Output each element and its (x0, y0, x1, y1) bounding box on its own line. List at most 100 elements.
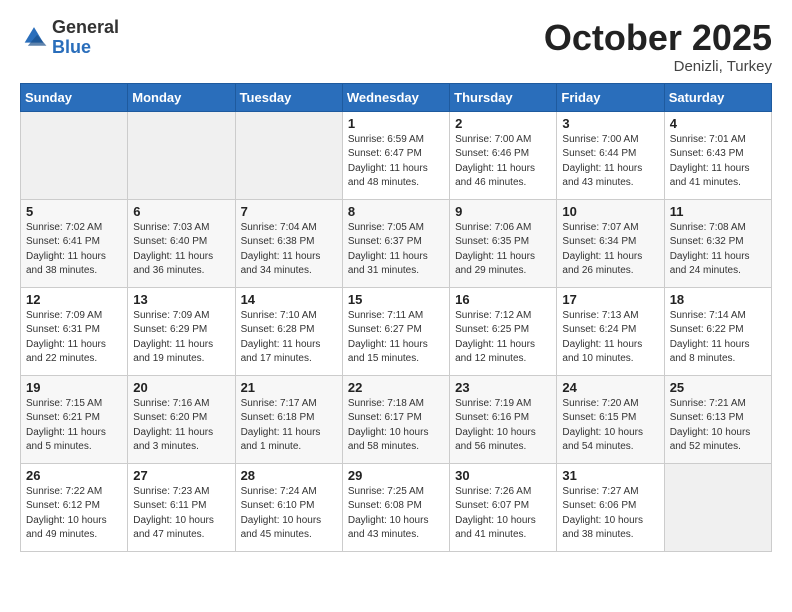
day-cell: 27 Sunrise: 7:23 AM Sunset: 6:11 PM Dayli… (128, 463, 235, 551)
day-number: 11 (670, 204, 766, 219)
day-info: Sunrise: 7:21 AM Sunset: 6:13 PM Dayligh… (670, 397, 766, 455)
day-cell: 16 Sunrise: 7:12 AM Sunset: 6:25 PM Dayli… (450, 287, 557, 375)
day-number: 16 (455, 292, 551, 307)
day-cell: 17 Sunrise: 7:13 AM Sunset: 6:24 PM Dayli… (557, 287, 664, 375)
day-number: 22 (348, 380, 444, 395)
day-header-saturday: Saturday (664, 83, 771, 111)
day-cell: 12 Sunrise: 7:09 AM Sunset: 6:31 PM Dayli… (21, 287, 128, 375)
day-cell: 6 Sunrise: 7:03 AM Sunset: 6:40 PM Daylig… (128, 199, 235, 287)
day-number: 9 (455, 204, 551, 219)
day-cell: 21 Sunrise: 7:17 AM Sunset: 6:18 PM Dayli… (235, 375, 342, 463)
day-info: Sunrise: 7:23 AM Sunset: 6:11 PM Dayligh… (133, 485, 229, 543)
page: General Blue October 2025 Denizli, Turke… (0, 0, 792, 570)
title-block: October 2025 Denizli, Turkey (544, 18, 772, 75)
day-cell: 25 Sunrise: 7:21 AM Sunset: 6:13 PM Dayli… (664, 375, 771, 463)
day-info: Sunrise: 7:00 AM Sunset: 6:46 PM Dayligh… (455, 133, 551, 191)
day-number: 18 (670, 292, 766, 307)
day-cell: 4Sunrise: 7:01 AM Sunset: 6:43 PM Daylig… (664, 111, 771, 199)
day-number: 6 (133, 204, 229, 219)
month-title: October 2025 (544, 18, 772, 58)
day-cell: 23Sunrise: 7:19 AM Sunset: 6:16 PM Dayli… (450, 375, 557, 463)
day-info: Sunrise: 7:06 AM Sunset: 6:35 PM Dayligh… (455, 221, 551, 279)
day-number: 21 (241, 380, 337, 395)
day-info: Sunrise: 7:10 AM Sunset: 6:28 PM Dayligh… (241, 309, 337, 367)
week-row-4: 26 Sunrise: 7:22 AM Sunset: 6:12 PM Dayli… (21, 463, 772, 551)
day-info: Sunrise: 7:26 AM Sunset: 6:07 PM Dayligh… (455, 485, 551, 543)
day-number: 23 (455, 380, 551, 395)
day-cell: 3Sunrise: 7:00 AM Sunset: 6:44 PM Daylig… (557, 111, 664, 199)
day-info: Sunrise: 7:17 AM Sunset: 6:18 PM Dayligh… (241, 397, 337, 455)
day-cell (21, 111, 128, 199)
day-info: Sunrise: 7:22 AM Sunset: 6:12 PM Dayligh… (26, 485, 122, 543)
day-info: Sunrise: 7:15 AM Sunset: 6:21 PM Dayligh… (26, 397, 122, 455)
day-header-sunday: Sunday (21, 83, 128, 111)
day-info: Sunrise: 7:18 AM Sunset: 6:17 PM Dayligh… (348, 397, 444, 455)
day-cell: 5Sunrise: 7:02 AM Sunset: 6:41 PM Daylig… (21, 199, 128, 287)
week-row-3: 19 Sunrise: 7:15 AM Sunset: 6:21 PM Dayli… (21, 375, 772, 463)
logo-text: General Blue (52, 18, 119, 58)
day-number: 30 (455, 468, 551, 483)
day-cell: 10 Sunrise: 7:07 AM Sunset: 6:34 PM Dayli… (557, 199, 664, 287)
location-subtitle: Denizli, Turkey (544, 58, 772, 75)
header: General Blue October 2025 Denizli, Turke… (20, 18, 772, 75)
day-info: Sunrise: 7:09 AM Sunset: 6:29 PM Dayligh… (133, 309, 229, 367)
week-row-2: 12 Sunrise: 7:09 AM Sunset: 6:31 PM Dayli… (21, 287, 772, 375)
day-cell: 15Sunrise: 7:11 AM Sunset: 6:27 PM Dayli… (342, 287, 449, 375)
day-number: 8 (348, 204, 444, 219)
day-number: 17 (562, 292, 658, 307)
day-info: Sunrise: 7:25 AM Sunset: 6:08 PM Dayligh… (348, 485, 444, 543)
day-cell: 2 Sunrise: 7:00 AM Sunset: 6:46 PM Daylig… (450, 111, 557, 199)
day-cell: 29Sunrise: 7:25 AM Sunset: 6:08 PM Dayli… (342, 463, 449, 551)
day-info: Sunrise: 7:27 AM Sunset: 6:06 PM Dayligh… (562, 485, 658, 543)
logo-icon (20, 24, 48, 52)
day-number: 15 (348, 292, 444, 307)
day-cell: 11 Sunrise: 7:08 AM Sunset: 6:32 PM Dayli… (664, 199, 771, 287)
logo-blue: Blue (52, 37, 91, 57)
day-info: Sunrise: 7:04 AM Sunset: 6:38 PM Dayligh… (241, 221, 337, 279)
day-info: Sunrise: 7:01 AM Sunset: 6:43 PM Dayligh… (670, 133, 766, 191)
day-header-tuesday: Tuesday (235, 83, 342, 111)
day-number: 10 (562, 204, 658, 219)
day-info: Sunrise: 6:59 AM Sunset: 6:47 PM Dayligh… (348, 133, 444, 191)
day-info: Sunrise: 7:12 AM Sunset: 6:25 PM Dayligh… (455, 309, 551, 367)
day-cell: 28Sunrise: 7:24 AM Sunset: 6:10 PM Dayli… (235, 463, 342, 551)
day-number: 24 (562, 380, 658, 395)
day-number: 26 (26, 468, 122, 483)
day-cell: 18Sunrise: 7:14 AM Sunset: 6:22 PM Dayli… (664, 287, 771, 375)
day-cell: 30 Sunrise: 7:26 AM Sunset: 6:07 PM Dayli… (450, 463, 557, 551)
day-header-friday: Friday (557, 83, 664, 111)
day-info: Sunrise: 7:02 AM Sunset: 6:41 PM Dayligh… (26, 221, 122, 279)
day-number: 19 (26, 380, 122, 395)
day-number: 1 (348, 116, 444, 131)
day-cell: 20 Sunrise: 7:16 AM Sunset: 6:20 PM Dayli… (128, 375, 235, 463)
day-number: 27 (133, 468, 229, 483)
day-cell: 26 Sunrise: 7:22 AM Sunset: 6:12 PM Dayli… (21, 463, 128, 551)
day-info: Sunrise: 7:09 AM Sunset: 6:31 PM Dayligh… (26, 309, 122, 367)
logo-general: General (52, 17, 119, 37)
day-info: Sunrise: 7:05 AM Sunset: 6:37 PM Dayligh… (348, 221, 444, 279)
day-info: Sunrise: 7:03 AM Sunset: 6:40 PM Dayligh… (133, 221, 229, 279)
day-cell: 24 Sunrise: 7:20 AM Sunset: 6:15 PM Dayli… (557, 375, 664, 463)
day-number: 20 (133, 380, 229, 395)
calendar: SundayMondayTuesdayWednesdayThursdayFrid… (20, 83, 772, 552)
day-number: 25 (670, 380, 766, 395)
days-header-row: SundayMondayTuesdayWednesdayThursdayFrid… (21, 83, 772, 111)
day-number: 2 (455, 116, 551, 131)
day-number: 14 (241, 292, 337, 307)
day-info: Sunrise: 7:07 AM Sunset: 6:34 PM Dayligh… (562, 221, 658, 279)
day-number: 13 (133, 292, 229, 307)
day-number: 7 (241, 204, 337, 219)
day-cell (664, 463, 771, 551)
logo: General Blue (20, 18, 119, 58)
day-info: Sunrise: 7:20 AM Sunset: 6:15 PM Dayligh… (562, 397, 658, 455)
week-row-0: 1 Sunrise: 6:59 AM Sunset: 6:47 PM Daylig… (21, 111, 772, 199)
day-number: 12 (26, 292, 122, 307)
day-info: Sunrise: 7:16 AM Sunset: 6:20 PM Dayligh… (133, 397, 229, 455)
day-cell: 19 Sunrise: 7:15 AM Sunset: 6:21 PM Dayli… (21, 375, 128, 463)
day-header-thursday: Thursday (450, 83, 557, 111)
day-cell (235, 111, 342, 199)
day-cell (128, 111, 235, 199)
day-info: Sunrise: 7:13 AM Sunset: 6:24 PM Dayligh… (562, 309, 658, 367)
day-info: Sunrise: 7:08 AM Sunset: 6:32 PM Dayligh… (670, 221, 766, 279)
day-info: Sunrise: 7:00 AM Sunset: 6:44 PM Dayligh… (562, 133, 658, 191)
